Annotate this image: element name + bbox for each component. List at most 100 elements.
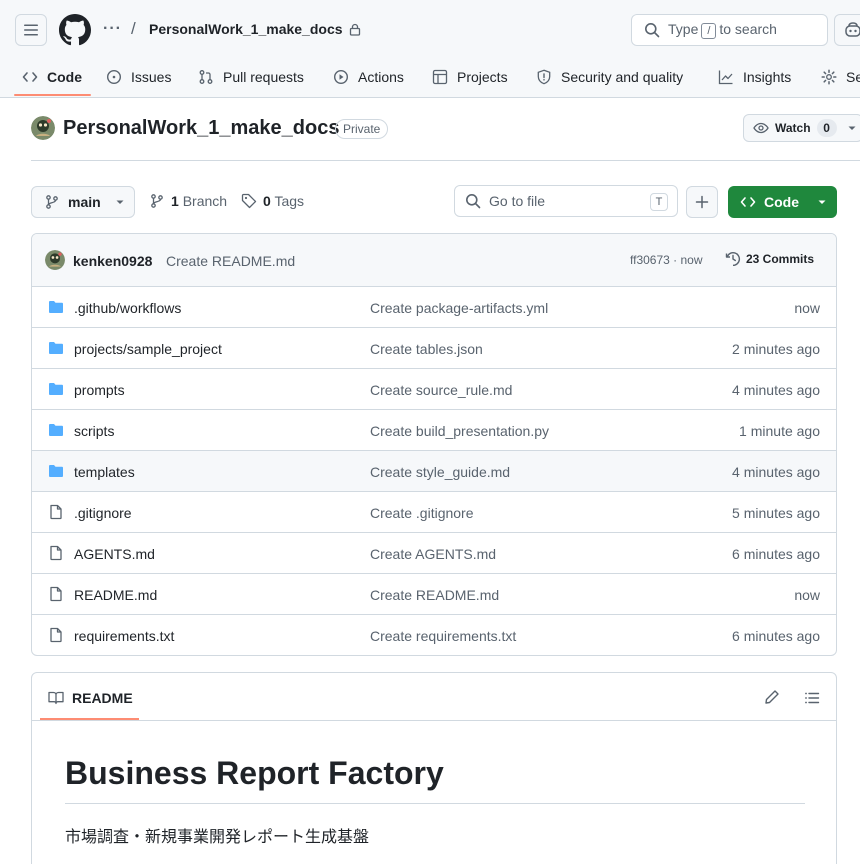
file-commit-time: now xyxy=(794,300,820,316)
file-row[interactable]: prompts Create source_rule.md 4 minutes ag… xyxy=(32,369,836,410)
list-icon xyxy=(805,692,820,704)
edit-readme-button[interactable] xyxy=(764,689,780,705)
tab-pull-requests[interactable]: Pull requests xyxy=(198,56,304,98)
file-commit-message[interactable]: Create AGENTS.md xyxy=(370,546,496,562)
file-commit-message[interactable]: Create style_guide.md xyxy=(370,464,510,480)
tab-code-label: Code xyxy=(47,69,82,85)
folder-icon xyxy=(49,424,63,436)
shield-icon xyxy=(537,69,551,85)
file-commit-message[interactable]: Create README.md xyxy=(370,587,499,603)
file-row[interactable]: .github/workflows Create package-artifact… xyxy=(32,287,836,328)
graph-icon xyxy=(718,70,733,85)
readme-tab[interactable]: README xyxy=(48,690,133,706)
owner-avatar[interactable] xyxy=(31,116,55,140)
file-name[interactable]: projects/sample_project xyxy=(74,341,222,357)
breadcrumb-repo[interactable]: PersonalWork_1_make_docs xyxy=(149,21,361,37)
tab-settings-label: Se xyxy=(846,69,860,85)
tags-link[interactable]: 0 Tags xyxy=(241,193,304,209)
chevron-down-icon xyxy=(818,200,826,204)
search-shortcut-key: / xyxy=(701,23,717,39)
search-icon xyxy=(645,23,660,38)
file-name[interactable]: requirements.txt xyxy=(74,628,174,644)
file-commit-time: now xyxy=(794,587,820,603)
readme-paragraph: 市場調査・新規事業開発レポート生成基盤 xyxy=(65,829,370,846)
tab-actions[interactable]: Actions xyxy=(333,56,404,98)
code-icon xyxy=(22,72,38,82)
file-commit-message[interactable]: Create package-artifacts.yml xyxy=(370,300,548,316)
commits-count-label: 23 Commits xyxy=(746,252,815,266)
header-divider xyxy=(31,160,860,161)
tab-code[interactable]: Code xyxy=(22,56,82,98)
file-commit-message[interactable]: Create requirements.txt xyxy=(370,628,516,644)
file-row[interactable]: AGENTS.md Create AGENTS.md 6 minutes ago xyxy=(32,533,836,574)
tab-projects[interactable]: Projects xyxy=(432,56,508,98)
table-icon xyxy=(432,69,448,85)
watch-button[interactable]: Watch 0 xyxy=(743,114,860,142)
commit-hash[interactable]: ff30673 · now xyxy=(630,253,703,267)
copilot-button[interactable] xyxy=(834,14,860,46)
file-commit-time: 6 minutes ago xyxy=(732,628,820,644)
copilot-icon xyxy=(845,22,860,37)
file-row[interactable]: templates Create style_guide.md 4 minutes … xyxy=(32,451,836,492)
latest-commit-bar: kenken0928 Create README.md ff30673 · no… xyxy=(32,234,836,287)
file-row[interactable]: projects/sample_project Create tables.jso… xyxy=(32,328,836,369)
global-header: ··· / PersonalWork_1_make_docs Type / to s… xyxy=(0,0,860,98)
folder-icon xyxy=(49,301,63,313)
file-name[interactable]: prompts xyxy=(74,382,125,398)
file-commit-message[interactable]: Create build_presentation.py xyxy=(370,423,549,439)
branch-select-button[interactable]: main xyxy=(31,186,135,218)
play-icon xyxy=(333,69,349,85)
commit-author-avatar[interactable] xyxy=(45,250,65,270)
file-name[interactable]: AGENTS.md xyxy=(74,546,155,562)
breadcrumb-repo-name[interactable]: PersonalWork_1_make_docs xyxy=(149,21,343,37)
book-icon xyxy=(48,691,64,705)
readme-tab-indicator xyxy=(40,718,139,720)
watch-count: 0 xyxy=(816,119,837,137)
tags-label: Tags xyxy=(274,193,305,209)
git-branch-icon xyxy=(151,194,163,208)
file-name[interactable]: scripts xyxy=(74,423,114,439)
tab-issues-label: Issues xyxy=(131,69,172,85)
outline-button[interactable] xyxy=(804,690,820,706)
tab-security[interactable]: Security and quality xyxy=(536,56,683,98)
commit-message[interactable]: Create README.md xyxy=(166,253,295,269)
folder-icon xyxy=(49,465,63,477)
file-commit-time: 2 minutes ago xyxy=(732,341,820,357)
commit-author[interactable]: kenken0928 xyxy=(73,253,152,269)
file-name[interactable]: .gitignore xyxy=(74,505,132,521)
tab-projects-label: Projects xyxy=(457,69,508,85)
tab-issues[interactable]: Issues xyxy=(106,56,171,98)
file-row[interactable]: scripts Create build_presentation.py 1 min… xyxy=(32,410,836,451)
pencil-icon xyxy=(765,690,779,704)
file-commit-message[interactable]: Create source_rule.md xyxy=(370,382,512,398)
file-name[interactable]: README.md xyxy=(74,587,157,603)
github-logo-icon[interactable] xyxy=(59,14,91,46)
code-button[interactable]: Code xyxy=(728,186,837,218)
file-commit-message[interactable]: Create .gitignore xyxy=(370,505,474,521)
repo-title[interactable]: PersonalWork_1_make_docs xyxy=(63,117,339,140)
menu-button[interactable] xyxy=(15,14,47,46)
file-commit-message[interactable]: Create tables.json xyxy=(370,341,483,357)
add-file-button[interactable] xyxy=(686,186,718,218)
tab-insights-label: Insights xyxy=(743,69,792,85)
readme-tab-label: README xyxy=(72,690,133,706)
tab-settings[interactable]: Se xyxy=(821,56,860,98)
file-name[interactable]: templates xyxy=(74,464,135,480)
search-input[interactable]: Type / to search xyxy=(631,14,828,46)
active-tab-indicator xyxy=(14,94,91,96)
plus-icon xyxy=(695,195,709,209)
file-icon xyxy=(50,627,62,643)
lock-icon xyxy=(349,23,360,36)
tab-insights[interactable]: Insights xyxy=(718,56,791,98)
branches-link[interactable]: 1 Branch xyxy=(149,193,227,209)
file-row[interactable]: .gitignore Create .gitignore 5 minutes ago xyxy=(32,492,836,533)
file-row[interactable]: requirements.txt Create requirements.txt 6… xyxy=(32,615,836,655)
readme-header: README xyxy=(32,673,836,721)
file-name[interactable]: .github/workflows xyxy=(74,300,181,316)
file-row[interactable]: README.md Create README.md now xyxy=(32,574,836,615)
issue-icon xyxy=(106,69,122,85)
go-to-file-input[interactable]: Go to file T xyxy=(454,185,678,217)
owner-overflow-button[interactable]: ··· xyxy=(103,20,122,38)
file-commit-time: 6 minutes ago xyxy=(732,546,820,562)
commits-history-link[interactable]: 23 Commits xyxy=(725,251,814,267)
